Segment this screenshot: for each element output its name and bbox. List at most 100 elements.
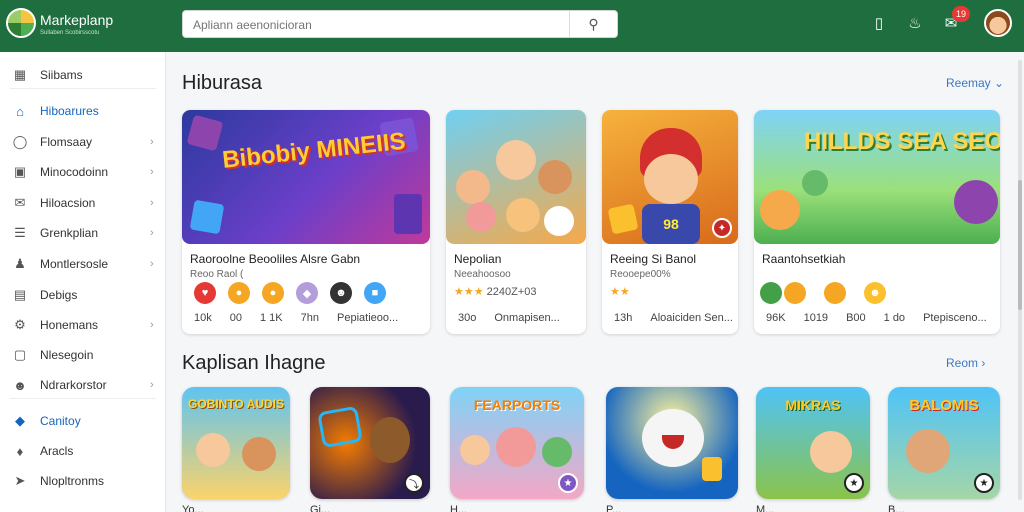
- tile-label: M...: [756, 504, 775, 512]
- game-tile-4[interactable]: [606, 387, 738, 499]
- rating-stars: ★★: [610, 286, 630, 298]
- tile-label: B...: [888, 504, 905, 512]
- bell-icon[interactable]: ♨: [904, 12, 926, 34]
- stat: Onmapisen...: [494, 312, 560, 324]
- coin-icon: ●: [228, 282, 250, 304]
- sidebar-item-4[interactable]: ▣ Minocodoinn ›: [0, 159, 166, 185]
- sidebar-item-8[interactable]: ▤ Debigs: [0, 282, 166, 308]
- box-icon: ■: [364, 282, 386, 304]
- game-thumbnail: [446, 110, 586, 244]
- gem-icon: ◆: [296, 282, 318, 304]
- chevron-right-icon: ›: [150, 379, 154, 391]
- orange-icon: [824, 282, 846, 304]
- main-content: Hiburasa Reemay ⌄ Bibobiy MINEIIS Raoroo…: [166, 52, 1024, 512]
- sidebar-item-label: Siibams: [40, 68, 83, 82]
- game-art-title: Bibobiy MINEIIS: [221, 127, 407, 174]
- featured-card-1[interactable]: Bibobiy MINEIIS Raoroolne Beooliles Alsr…: [182, 110, 430, 334]
- stat: 13h: [614, 312, 633, 324]
- avatar[interactable]: [984, 9, 1012, 37]
- sidebar-item-11[interactable]: ☻ Ndrarkorstor ›: [0, 372, 166, 398]
- sidebar-item-label: Hiloacsion: [40, 196, 96, 210]
- game-tile-5[interactable]: MIKRAS ★: [756, 387, 870, 499]
- send-icon: ➤: [14, 473, 26, 488]
- game-thumbnail: 98 ✦: [602, 110, 738, 244]
- search-bar: ⚲: [182, 10, 618, 38]
- sidebar-item-13[interactable]: ♦ Aracls: [0, 438, 166, 464]
- sidebar-item-12[interactable]: ◆ Canitoy: [0, 408, 166, 434]
- sidebar-item-7[interactable]: ♟ Montlersosle ›: [0, 251, 166, 277]
- chat-icon: ✉: [14, 195, 26, 210]
- sidebar-item-14[interactable]: ➤ Nlopltronms: [0, 468, 166, 494]
- card-title: Reeing Si Banol: [610, 252, 697, 266]
- sidebar-item-10[interactable]: ▢ Nlesegoin: [0, 342, 166, 368]
- sidebar-item-5[interactable]: ✉ Hiloacsion ›: [0, 190, 166, 216]
- chevron-right-icon: ›: [150, 197, 154, 209]
- chevron-right-icon: ›: [150, 258, 154, 270]
- featured-card-3[interactable]: 98 ✦ Reeing Si Banol Reooepe00% ★★ 13h A…: [602, 110, 738, 334]
- see-more-featured-link[interactable]: Reemay ⌄: [946, 76, 1004, 90]
- search-input[interactable]: [193, 15, 563, 35]
- card-title: Nepolian: [454, 252, 502, 266]
- chevron-right-icon: ›: [150, 227, 154, 239]
- game-art-title: GOBINTO AUDIS: [187, 397, 284, 411]
- app-name[interactable]: Markeplanp: [40, 12, 113, 28]
- app-logo[interactable]: [6, 8, 36, 38]
- tile-label: P...: [606, 504, 622, 512]
- rating: ★★★ 2240Z+03: [454, 286, 537, 298]
- sidebar-item-label: Canitoy: [40, 414, 81, 428]
- see-more-recommended-link[interactable]: Reom ›: [946, 356, 985, 370]
- sidebar-item-label: Aracls: [40, 444, 74, 458]
- sidebar-item-label: Nlopltronms: [40, 474, 105, 488]
- card-subtitle: Reooepe00%: [610, 269, 671, 280]
- game-tile-2[interactable]: ⤵: [310, 387, 430, 499]
- card-title: Raantohsetkiah: [762, 252, 846, 266]
- search-button[interactable]: ⚲: [569, 11, 617, 37]
- grid-icon: ▦: [13, 67, 27, 82]
- controller-icon: ★: [974, 473, 994, 493]
- game-thumbnail: Bibobiy MINEIIS: [182, 110, 430, 244]
- scrollbar-thumb[interactable]: [1018, 180, 1022, 310]
- list-icon: ☰: [14, 225, 26, 240]
- sidebar-item-6[interactable]: ☰ Grenkplian ›: [0, 220, 166, 246]
- game-tile-6[interactable]: BALOMIS ★: [888, 387, 1000, 499]
- compass-icon: ◯: [12, 134, 28, 149]
- sidebar-item-label: Montlersosle: [40, 257, 109, 271]
- sidebar-item-label: Grenkplian: [40, 226, 99, 240]
- game-tile-1[interactable]: GOBINTO AUDIS: [182, 387, 290, 499]
- monitor-icon: ▣: [13, 164, 27, 179]
- phone-icon[interactable]: ▯: [868, 12, 890, 34]
- featured-card-2[interactable]: Nepolian Neeahoosoo ★★★ 2240Z+03 30o Onm…: [446, 110, 586, 334]
- stat: 10k: [194, 312, 212, 324]
- game-tile-3[interactable]: FEARPORTS ★: [450, 387, 584, 499]
- square-icon: ▢: [13, 347, 27, 362]
- section-title-featured: Hiburasa: [182, 72, 263, 94]
- sidebar-item-label: Debigs: [40, 288, 78, 302]
- sidebar-item-2[interactable]: ⌂ Hiboarures: [0, 98, 166, 124]
- stat: 96K: [766, 312, 786, 324]
- sidebar-item-1[interactable]: ▦ Siibams: [0, 62, 166, 88]
- app-subtitle: Sullaben Scobirsscotu: [40, 30, 100, 36]
- stat: Aloaiciden Sen...: [650, 312, 733, 324]
- featured-card-4[interactable]: HILLDS SEA SEORPEELK Raantohsetkiah ☻ 96…: [754, 110, 1000, 334]
- sidebar-item-label: Nlesegoin: [40, 348, 94, 362]
- notification-badge: 19: [952, 6, 970, 22]
- sidebar-item-3[interactable]: ◯ Flomsaay ›: [0, 129, 166, 155]
- game-art-title: MIKRAS: [785, 397, 841, 413]
- home-icon: ⌂: [16, 103, 24, 119]
- user-icon: ♟: [14, 256, 26, 271]
- top-bar: Markeplanp Sullaben Scobirsscotu ⚲ ▯ ♨ ✉…: [0, 0, 1024, 52]
- section-title-recommended: Kaplisan Ihagne: [182, 352, 326, 374]
- stat: Ptepisceno...: [923, 312, 987, 324]
- sidebar-item-label: Ndrarkorstor: [40, 378, 107, 392]
- controller-icon: ⤵: [404, 473, 424, 493]
- controller-icon: ★: [844, 473, 864, 493]
- stat: 1 do: [883, 312, 906, 324]
- card-subtitle: Reoo Raol (: [190, 269, 244, 280]
- sidebar-item-label: Flomsaay: [40, 135, 93, 149]
- chevron-right-icon: ›: [150, 136, 154, 148]
- coin-icon: [784, 282, 806, 304]
- stat: B00: [846, 312, 866, 324]
- sidebar-item-9[interactable]: ⚙ Honemans ›: [0, 312, 166, 338]
- tile-label: H...: [450, 504, 468, 512]
- sidebar-item-label: Hiboarures: [40, 104, 99, 118]
